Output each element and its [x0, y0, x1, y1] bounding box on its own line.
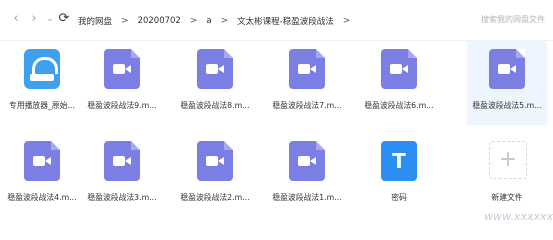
top-toolbar: ‹ › ⌄ ⟳ 我的网盘 > 20200702 > a > 文太彬课程-稳盈波段战法 >…: [0, 0, 553, 40]
search-input[interactable]: 搜索我的网盘文件: [463, 11, 553, 29]
file-item[interactable]: 稳盈波段战法1.m...: [267, 133, 347, 217]
file-item[interactable]: 专用播放器_原始...: [2, 41, 82, 125]
video-file-icon: [197, 141, 233, 181]
video-file-icon: [289, 49, 325, 89]
breadcrumb-separator: >: [342, 16, 351, 26]
breadcrumb-item[interactable]: 20200702: [138, 16, 181, 26]
refresh-icon: ⟳: [58, 11, 70, 26]
breadcrumb-separator: >: [220, 16, 229, 26]
file-item[interactable]: 稳盈波段战法9.m...: [82, 41, 162, 125]
file-item[interactable]: T 密码: [359, 133, 439, 217]
video-file-icon: [24, 141, 60, 181]
back-button[interactable]: ‹: [8, 11, 24, 27]
video-file-icon: [289, 141, 325, 181]
breadcrumb-separator: >: [189, 16, 198, 26]
plus-icon: +: [489, 141, 527, 181]
file-item[interactable]: 稳盈波段战法4.m...: [2, 133, 82, 217]
file-name: 稳盈波段战法9.m...: [87, 101, 157, 110]
video-file-icon: [197, 49, 233, 89]
video-file-icon: [381, 49, 417, 89]
search-placeholder: 搜索我的网盘文件: [481, 15, 545, 24]
breadcrumb: 我的网盘 > 20200702 > a > 文太彬课程-稳盈波段战法 >: [78, 13, 359, 29]
breadcrumb-item[interactable]: 文太彬课程-稳盈波段战法: [237, 15, 334, 27]
file-item[interactable]: 稳盈波段战法7.m...: [267, 41, 347, 125]
refresh-button[interactable]: ⟳: [56, 11, 72, 27]
file-name: 新建文件: [491, 193, 523, 202]
file-name: 密码: [391, 193, 407, 202]
video-file-icon: [489, 49, 525, 89]
chevron-left-icon: ‹: [13, 11, 19, 26]
chevron-down-icon: ⌄: [46, 14, 54, 24]
file-name: 稳盈波段战法2.m...: [180, 193, 250, 202]
file-name: 稳盈波段战法4.m...: [7, 193, 77, 202]
file-name: 稳盈波段战法3.m...: [87, 193, 157, 202]
file-name: 稳盈波段战法8.m...: [180, 101, 250, 110]
video-file-icon: [104, 49, 140, 89]
text-file-icon: T: [381, 141, 417, 181]
player-file-icon: [24, 49, 60, 89]
file-name: 稳盈波段战法1.m...: [272, 193, 342, 202]
file-item[interactable]: 稳盈波段战法3.m...: [82, 133, 162, 217]
file-item[interactable]: 稳盈波段战法5.m...: [467, 41, 547, 125]
file-item[interactable]: 稳盈波段战法6.m...: [359, 41, 439, 125]
file-name: 稳盈波段战法6.m...: [364, 101, 434, 110]
breadcrumb-separator: >: [121, 16, 129, 26]
file-grid: 专用播放器_原始... 稳盈波段战法9.m... 稳盈波段战法8.m... 稳盈波段战…: [0, 41, 553, 223]
breadcrumb-item[interactable]: 我的网盘: [78, 15, 112, 27]
file-name: 专用播放器_原始...: [9, 101, 75, 110]
file-item[interactable]: 稳盈波段战法8.m...: [175, 41, 255, 125]
video-file-icon: [104, 141, 140, 181]
new-file-item[interactable]: + 新建文件: [467, 133, 547, 217]
watermark: www.xxxxxx: [484, 210, 553, 223]
file-name: 稳盈波段战法7.m...: [272, 101, 342, 110]
chevron-right-icon: ›: [31, 11, 37, 26]
breadcrumb-item[interactable]: a: [206, 16, 211, 26]
file-item[interactable]: 稳盈波段战法2.m...: [175, 133, 255, 217]
forward-button[interactable]: ›: [26, 11, 42, 27]
file-name: 稳盈波段战法5.m...: [472, 101, 542, 110]
